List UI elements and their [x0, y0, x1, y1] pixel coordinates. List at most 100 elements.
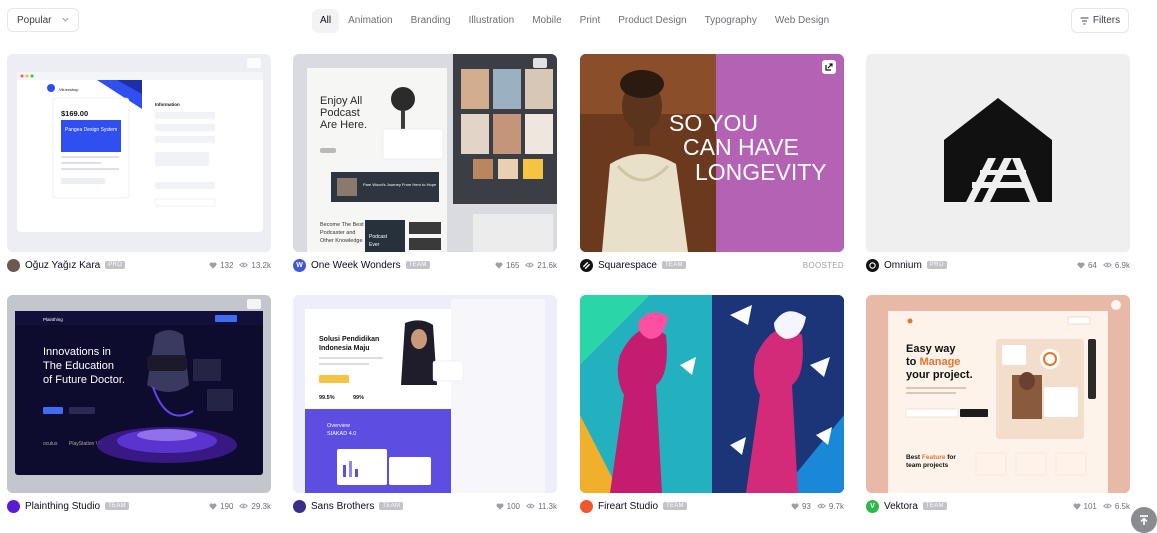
view-count: 11.3k	[538, 501, 557, 511]
eye-icon	[525, 262, 535, 268]
svg-text:Other Knowledge: Other Knowledge	[320, 238, 363, 244]
team-badge: TEAM	[105, 502, 129, 510]
shot-meta: Squarespace TEAM BOOSTED	[580, 257, 844, 273]
shot-thumbnail[interactable]: Viluxeshop $169.00 Pangea Design System …	[7, 54, 271, 252]
shot-meta: W One Week Wonders TEAM 165 21.6k	[293, 257, 557, 273]
shot-thumbnail[interactable]	[866, 54, 1130, 252]
heart-icon[interactable]	[1077, 261, 1085, 269]
tab-branding[interactable]: Branding	[402, 9, 460, 33]
tab-illustration[interactable]: Illustration	[460, 9, 524, 33]
author-name[interactable]: Squarespace	[598, 260, 657, 271]
avatar[interactable]	[7, 499, 20, 513]
avatar[interactable]	[866, 258, 879, 272]
checkout-ui-preview: Viluxeshop $169.00 Pangea Design System …	[7, 54, 271, 252]
svg-text:Podcast: Podcast	[320, 107, 360, 119]
author-name[interactable]: Oğuz Yağız Kara	[25, 260, 100, 271]
svg-text:The Education: The Education	[43, 360, 114, 372]
pro-badge: PRO	[105, 261, 126, 269]
svg-text:Pam Wood's Journey From Hero t: Pam Wood's Journey From Hero to Hope	[363, 182, 437, 187]
svg-text:LONGEVITY: LONGEVITY	[695, 159, 827, 185]
shot-thumbnail[interactable]: Plainthing Innovations in The Education …	[7, 295, 271, 493]
shot-meta: Fireart Studio TEAM 93 9.7k	[580, 498, 844, 514]
svg-text:Overview: Overview	[327, 423, 350, 429]
chevron-down-icon	[62, 17, 69, 22]
external-link-icon[interactable]	[822, 60, 836, 74]
shot-thumbnail[interactable]: Easy way to Manage your project. Best Fe…	[866, 295, 1130, 493]
heart-icon[interactable]	[496, 502, 504, 510]
tab-web-design[interactable]: Web Design	[766, 9, 838, 33]
filters-button[interactable]: Filters	[1071, 8, 1129, 33]
view-count: 6.9k	[1114, 260, 1130, 270]
svg-text:Pangea Design System: Pangea Design System	[65, 127, 117, 133]
view-count: 21.6k	[537, 260, 557, 270]
avatar[interactable]: W	[293, 258, 306, 272]
svg-text:Podcaster and: Podcaster and	[320, 230, 355, 236]
team-badge: TEAM	[661, 261, 686, 269]
shot-stats: 165 21.6k	[495, 261, 557, 270]
eye-icon	[239, 262, 249, 268]
author-name[interactable]: One Week Wonders	[311, 260, 401, 271]
like-count: 190	[220, 501, 234, 511]
author-name[interactable]: Vektora	[884, 501, 918, 512]
team-badge: TEAM	[663, 502, 687, 510]
svg-text:oculus: oculus	[43, 441, 58, 447]
scroll-to-top-button[interactable]	[1131, 507, 1157, 533]
tab-print[interactable]: Print	[571, 9, 610, 33]
tab-animation[interactable]: Animation	[339, 9, 401, 33]
heart-icon[interactable]	[209, 261, 217, 269]
svg-text:Ever: Ever	[369, 242, 380, 248]
avatar[interactable]	[580, 258, 593, 272]
tab-all[interactable]: All	[312, 9, 340, 33]
shot-thumbnail[interactable]: Enjoy All Podcast Are Here. Pam Wood's J…	[293, 54, 557, 252]
tab-product-design[interactable]: Product Design	[609, 9, 695, 33]
shot-stats: 101 6.5k	[1073, 502, 1130, 511]
shot-stats: 93 9.7k	[791, 502, 844, 511]
svg-text:Easy way: Easy way	[906, 343, 956, 355]
shot-meta: Plainthing Studio TEAM 190 29.3k	[7, 498, 271, 514]
view-count: 6.5k	[1114, 501, 1130, 511]
eye-icon	[1102, 262, 1112, 268]
avatar[interactable]	[293, 499, 306, 513]
tab-typography[interactable]: Typography	[696, 9, 766, 33]
svg-text:your project.: your project.	[906, 369, 973, 381]
heart-icon[interactable]	[495, 261, 503, 269]
shot-stats: 190 29.3k	[209, 502, 271, 511]
shot-meta: V Vektora TEAM 101 6.5k	[866, 498, 1130, 514]
omnium-logo-icon	[869, 261, 876, 269]
like-count: 101	[1083, 501, 1097, 511]
tab-mobile[interactable]: Mobile	[523, 9, 570, 33]
podcast-ui-preview: Enjoy All Podcast Are Here. Pam Wood's J…	[293, 54, 557, 252]
author-name[interactable]: Omnium	[884, 260, 922, 271]
shot-stats: 100 11.3k	[496, 502, 557, 511]
eye-icon	[239, 503, 249, 509]
view-count: 9.7k	[828, 501, 844, 511]
svg-text:Enjoy All: Enjoy All	[320, 95, 362, 107]
avatar[interactable]	[580, 499, 593, 513]
category-tabs: All Animation Branding Illustration Mobi…	[312, 9, 838, 33]
avatar[interactable]: V	[866, 499, 879, 513]
filter-bar: Popular All Animation Branding Illustrat…	[0, 0, 1157, 40]
sort-dropdown[interactable]: Popular	[7, 8, 79, 32]
shot-thumbnail[interactable]	[580, 295, 844, 493]
view-count: 29.3k	[251, 501, 271, 511]
shot-meta: Oğuz Yağız Kara PRO 132 13.2k	[7, 257, 271, 273]
eye-icon	[816, 503, 826, 509]
shot-meta: Sans Brothers TEAM 100 11.3k	[293, 498, 557, 514]
heart-icon[interactable]	[209, 502, 217, 510]
shot-thumbnail[interactable]: Solusi Pendidikan Indonesia Maju 99.5% 9…	[293, 295, 557, 493]
sort-value: Popular	[17, 14, 52, 26]
heart-icon[interactable]	[1073, 502, 1081, 510]
shot-thumbnail[interactable]: SO YOU CAN HAVE LONGEVITY	[580, 54, 844, 252]
shot-meta: Omnium PRO 64 6.9k	[866, 257, 1130, 273]
author-name[interactable]: Plainthing Studio	[25, 501, 100, 512]
team-badge: TEAM	[405, 261, 430, 269]
svg-text:CAN HAVE: CAN HAVE	[683, 134, 799, 160]
author-name[interactable]: Fireart Studio	[598, 501, 658, 512]
view-count: 13.2k	[251, 260, 271, 270]
heart-icon[interactable]	[791, 502, 799, 510]
squarespace-logo-icon	[583, 261, 590, 269]
avatar[interactable]	[7, 258, 20, 272]
character-illustration-preview	[580, 295, 844, 493]
author-name[interactable]: Sans Brothers	[311, 501, 374, 512]
longevity-poster-preview: SO YOU CAN HAVE LONGEVITY	[580, 54, 844, 252]
